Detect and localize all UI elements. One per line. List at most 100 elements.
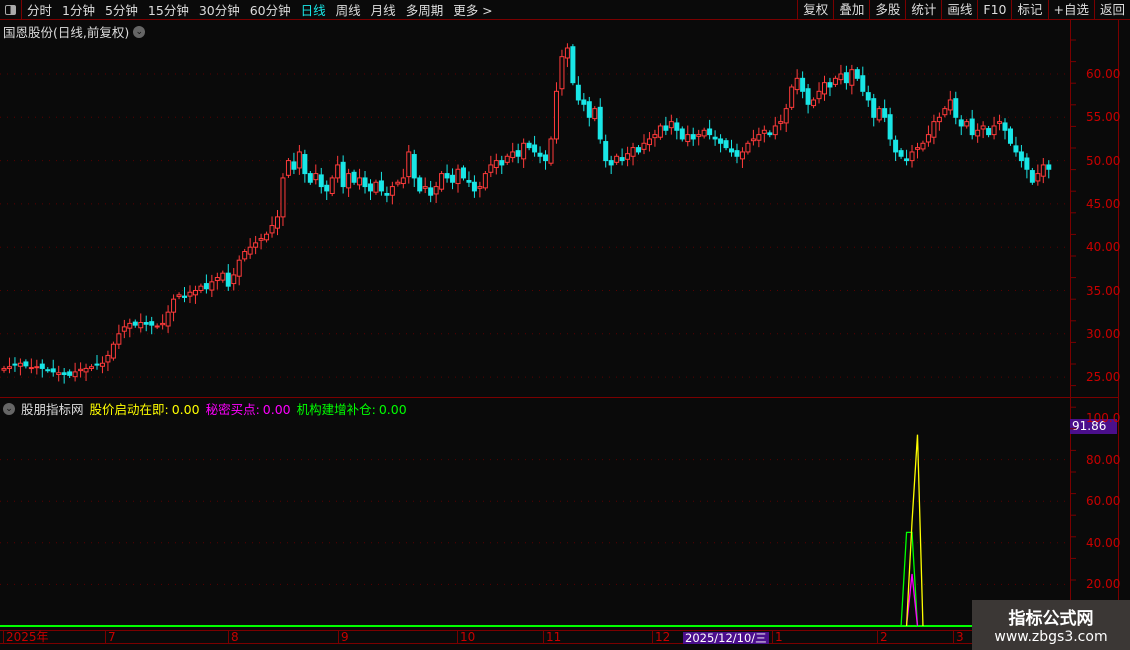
candle	[296, 145, 302, 175]
candle	[285, 158, 291, 178]
chart-canvas[interactable]	[0, 0, 1130, 650]
candle	[663, 116, 669, 136]
candle	[455, 164, 461, 193]
candle	[586, 96, 592, 127]
candle	[105, 350, 111, 372]
candle	[499, 155, 505, 175]
candle	[160, 314, 166, 330]
candle	[236, 255, 242, 286]
candle	[39, 359, 45, 378]
candle	[882, 99, 888, 123]
candle	[34, 359, 40, 375]
candle	[679, 126, 685, 142]
candle	[78, 362, 84, 378]
candle	[504, 153, 510, 165]
candle	[1040, 158, 1046, 184]
candle	[171, 294, 177, 322]
candle	[581, 93, 587, 112]
candle	[553, 82, 559, 144]
candle	[564, 43, 570, 68]
candle	[997, 114, 1003, 131]
candle	[756, 127, 762, 148]
indicator-tick-label: 80.00	[1086, 452, 1121, 467]
candle	[116, 324, 122, 349]
candle	[329, 175, 335, 197]
candle	[532, 135, 538, 157]
candle	[1024, 153, 1030, 179]
candle	[597, 98, 603, 144]
candle	[253, 235, 259, 255]
candle	[488, 155, 494, 178]
candle	[778, 114, 784, 131]
candle	[865, 85, 871, 107]
candle	[127, 318, 133, 338]
candle	[61, 368, 67, 384]
candle	[231, 267, 237, 291]
candle	[526, 140, 532, 151]
candle	[887, 107, 893, 146]
candle	[389, 181, 395, 205]
candle	[450, 168, 456, 190]
candle	[132, 319, 138, 328]
candle	[969, 109, 975, 140]
candle	[187, 285, 193, 304]
candle	[56, 365, 62, 382]
candle	[723, 138, 729, 151]
candle	[406, 145, 412, 184]
candle	[761, 125, 767, 143]
candle	[362, 170, 368, 194]
candle	[707, 119, 713, 140]
candle	[794, 69, 800, 95]
candle	[745, 140, 751, 155]
candle	[471, 175, 477, 198]
candle	[772, 116, 778, 140]
candle	[685, 125, 691, 147]
candle	[428, 180, 434, 203]
candle	[909, 145, 915, 168]
candle	[936, 112, 942, 131]
candle	[422, 177, 428, 194]
candle	[346, 168, 352, 197]
candle	[953, 91, 959, 125]
indicator-tick-label: 40.00	[1086, 535, 1121, 550]
candle	[646, 132, 652, 152]
candle	[729, 139, 735, 157]
candle	[701, 127, 707, 139]
candle	[904, 149, 910, 166]
candle	[466, 171, 472, 188]
candle	[198, 283, 204, 294]
candle	[165, 305, 171, 333]
candle	[625, 146, 631, 167]
price-tick-label: 25.00	[1086, 370, 1121, 385]
price-tick-label: 40.00	[1086, 240, 1121, 255]
candle	[72, 362, 78, 382]
candle	[515, 143, 521, 164]
candle	[871, 93, 877, 127]
candle	[750, 129, 756, 146]
candle	[1013, 136, 1019, 157]
candle	[444, 164, 450, 183]
candle	[324, 180, 330, 201]
candle	[805, 83, 811, 114]
candle	[400, 168, 406, 189]
candle	[854, 67, 860, 81]
candle	[192, 285, 198, 304]
candle	[477, 181, 483, 198]
candle	[138, 313, 144, 333]
candle	[521, 138, 527, 168]
candle	[318, 167, 324, 194]
candle	[384, 186, 390, 203]
candle	[718, 134, 724, 153]
candle	[275, 209, 280, 236]
candle	[783, 103, 789, 133]
candle	[931, 114, 937, 145]
candle	[439, 170, 445, 192]
candle	[417, 175, 423, 194]
candle	[827, 77, 833, 97]
candle	[209, 274, 215, 297]
watermark: 指标公式网 www.zbgs3.com	[972, 600, 1130, 650]
candle	[302, 149, 308, 183]
price-tick-label: 60.00	[1086, 67, 1121, 81]
candle	[947, 90, 953, 115]
candle	[838, 64, 844, 85]
